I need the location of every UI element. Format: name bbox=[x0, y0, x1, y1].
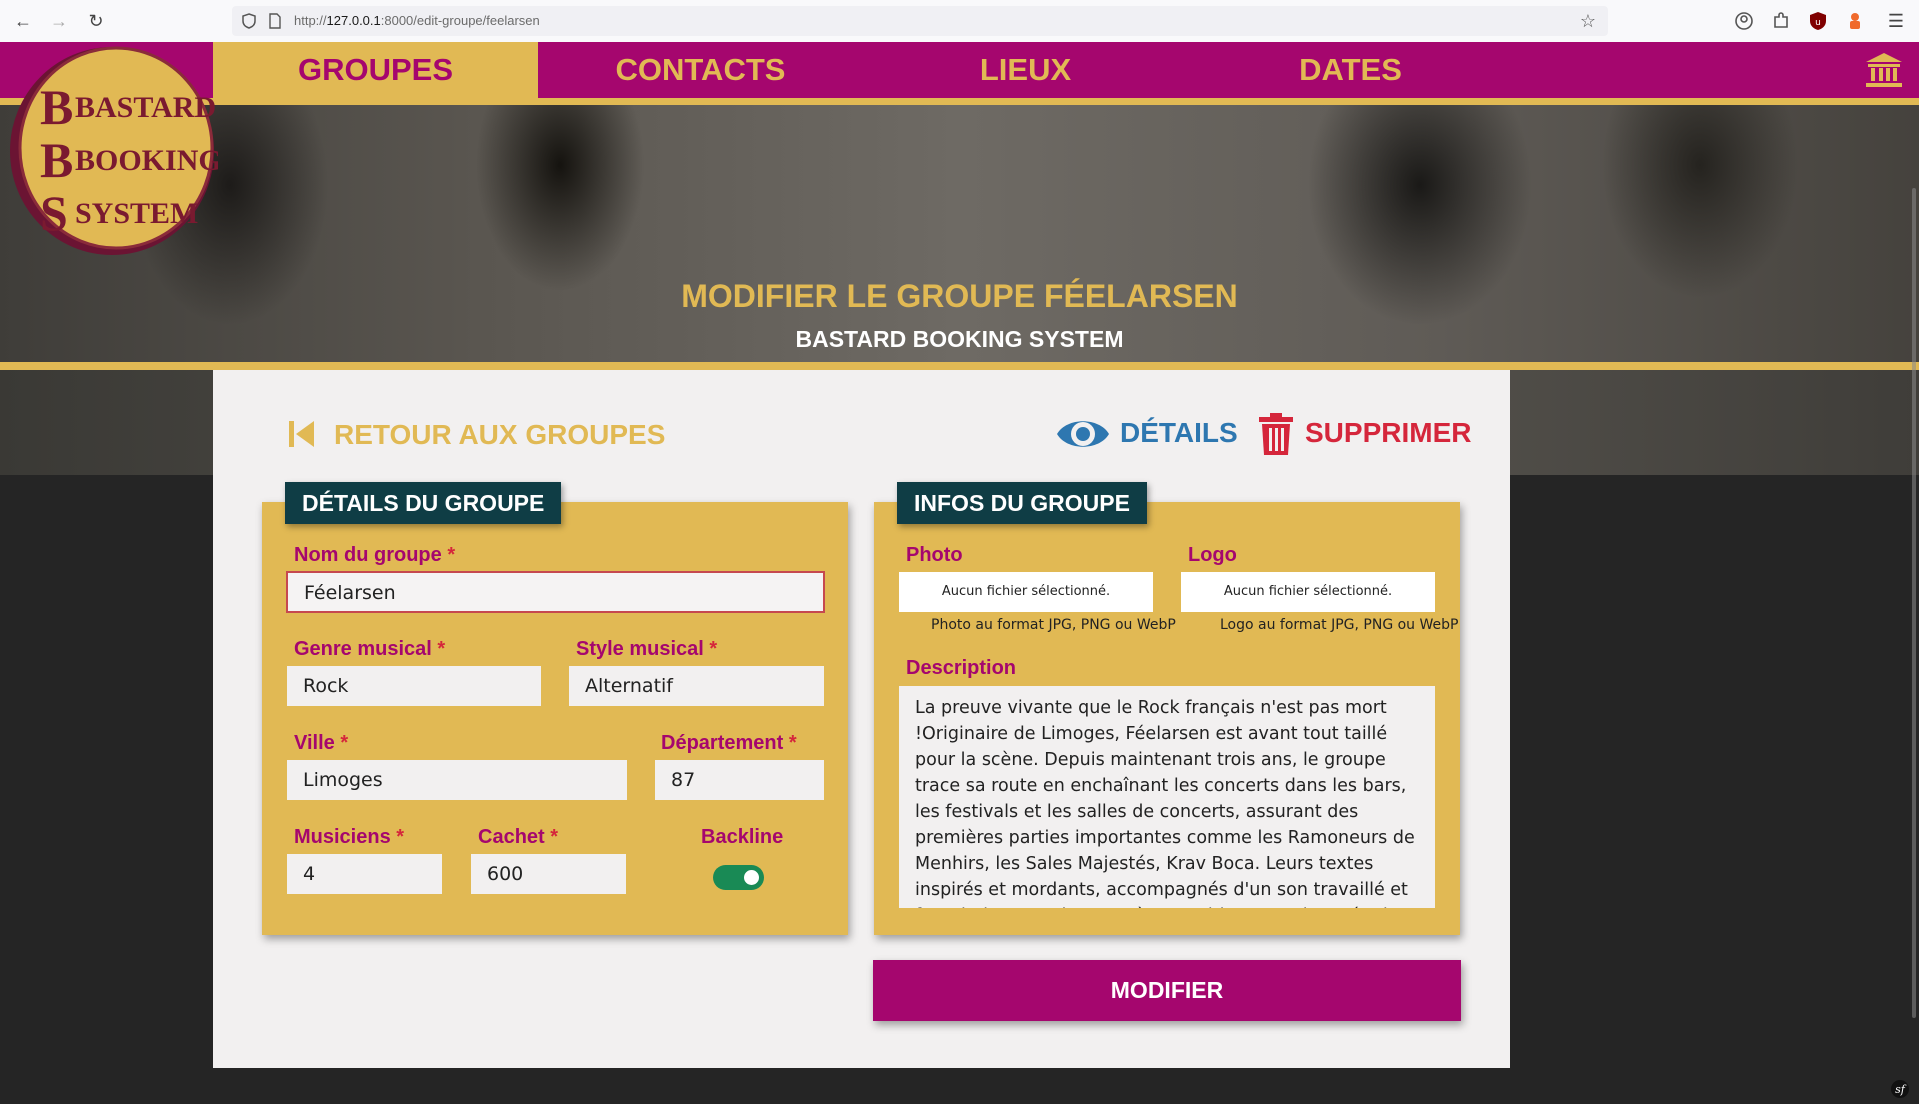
departement-label: Département * bbox=[661, 732, 797, 754]
svg-text:S: S bbox=[40, 185, 68, 241]
svg-text:BASTARD: BASTARD bbox=[75, 91, 216, 124]
photo-hint: Photo au format JPG, PNG ou WebP bbox=[931, 617, 1176, 633]
svg-text:SYSTEM: SYSTEM bbox=[75, 197, 198, 230]
details-panel-title: DÉTAILS DU GROUPE bbox=[285, 482, 562, 524]
photo-label: Photo bbox=[906, 544, 963, 566]
extensions-icon[interactable] bbox=[1771, 11, 1791, 31]
back-to-groups-link[interactable]: RETOUR AUX GROUPES bbox=[334, 415, 665, 455]
logo-file-input[interactable]: Aucun fichier sélectionné. bbox=[1181, 572, 1435, 612]
page-subtitle: BASTARD BOOKING SYSTEM bbox=[795, 326, 1124, 352]
reload-icon[interactable]: ↻ bbox=[84, 9, 108, 33]
modifier-button[interactable]: MODIFIER bbox=[873, 960, 1461, 1021]
navbar-underline bbox=[0, 98, 1919, 105]
shield-icon bbox=[242, 13, 256, 29]
menu-icon[interactable]: ☰ bbox=[1884, 9, 1908, 33]
account-icon[interactable] bbox=[1734, 11, 1754, 31]
infos-panel-title: INFOS DU GROUPE bbox=[897, 482, 1147, 524]
bookmark-star-icon[interactable]: ☆ bbox=[1580, 11, 1596, 32]
browser-toolbar: ← → ↻ http://127.0.0.1:8000/edit-groupe/… bbox=[0, 0, 1919, 43]
page-title: MODIFIER LE GROUPE FÉELARSEN bbox=[681, 278, 1238, 314]
genre-input[interactable]: Rock bbox=[286, 665, 542, 707]
ville-label: Ville * bbox=[294, 732, 349, 754]
nav-item-lieux[interactable]: LIEUX bbox=[863, 42, 1188, 98]
svg-text:BOOKING: BOOKING bbox=[75, 144, 218, 177]
eye-icon[interactable] bbox=[1055, 411, 1111, 457]
logo-hint: Logo au format JPG, PNG ou WebP bbox=[1220, 617, 1459, 633]
site-navbar: GROUPES CONTACTS LIEUX DATES bbox=[0, 42, 1919, 98]
nav-item-contacts[interactable]: CONTACTS bbox=[538, 42, 863, 98]
musiciens-label: Musiciens * bbox=[294, 826, 405, 848]
backline-toggle[interactable] bbox=[713, 865, 764, 890]
nav-item-groupes[interactable]: GROUPES bbox=[213, 42, 538, 98]
ville-input[interactable]: Limoges bbox=[286, 759, 628, 801]
trash-icon[interactable] bbox=[1258, 413, 1294, 455]
delete-link[interactable]: SUPPRIMER bbox=[1305, 417, 1471, 449]
cachet-input[interactable]: 600 bbox=[470, 853, 627, 895]
departement-input[interactable]: 87 bbox=[654, 759, 825, 801]
scrollbar-thumb[interactable] bbox=[1912, 188, 1916, 1018]
logo-label: Logo bbox=[1188, 544, 1237, 566]
description-textarea[interactable]: La preuve vivante que le Rock français n… bbox=[899, 686, 1435, 908]
bank-icon[interactable] bbox=[1864, 51, 1904, 89]
nom-input[interactable]: Féelarsen bbox=[286, 571, 825, 613]
bbs-logo[interactable]: B BASTARD B BOOKING S SYSTEM bbox=[6, 44, 218, 258]
details-link[interactable]: DÉTAILS bbox=[1120, 417, 1238, 449]
svg-text:B: B bbox=[40, 132, 73, 188]
style-input[interactable]: Alternatif bbox=[568, 665, 825, 707]
svg-text:u: u bbox=[1815, 18, 1821, 28]
nom-label: Nom du groupe * bbox=[294, 544, 456, 566]
url-text: http://127.0.0.1:8000/edit-groupe/feelar… bbox=[294, 13, 540, 28]
back-arrow-icon[interactable]: ← bbox=[11, 9, 35, 33]
address-bar[interactable]: http://127.0.0.1:8000/edit-groupe/feelar… bbox=[232, 6, 1608, 36]
description-label: Description bbox=[906, 657, 1017, 679]
symfony-icon[interactable]: sf bbox=[1890, 1079, 1910, 1099]
devtools-extension-icon[interactable] bbox=[1845, 11, 1865, 31]
toggle-knob bbox=[744, 870, 759, 885]
nav-item-dates[interactable]: DATES bbox=[1188, 42, 1513, 98]
ublock-icon[interactable]: u bbox=[1808, 11, 1828, 31]
page-icon bbox=[269, 13, 281, 29]
musiciens-input[interactable]: 4 bbox=[286, 853, 443, 895]
backline-label: Backline bbox=[701, 826, 784, 848]
cachet-label: Cachet * bbox=[478, 826, 559, 848]
style-label: Style musical * bbox=[576, 638, 718, 660]
svg-text:B: B bbox=[40, 79, 73, 135]
hero-stripe bbox=[0, 362, 1919, 370]
genre-label: Genre musical * bbox=[294, 638, 446, 660]
photo-file-input[interactable]: Aucun fichier sélectionné. bbox=[899, 572, 1153, 612]
skip-back-icon[interactable] bbox=[289, 419, 315, 449]
forward-arrow-icon[interactable]: → bbox=[47, 9, 71, 33]
